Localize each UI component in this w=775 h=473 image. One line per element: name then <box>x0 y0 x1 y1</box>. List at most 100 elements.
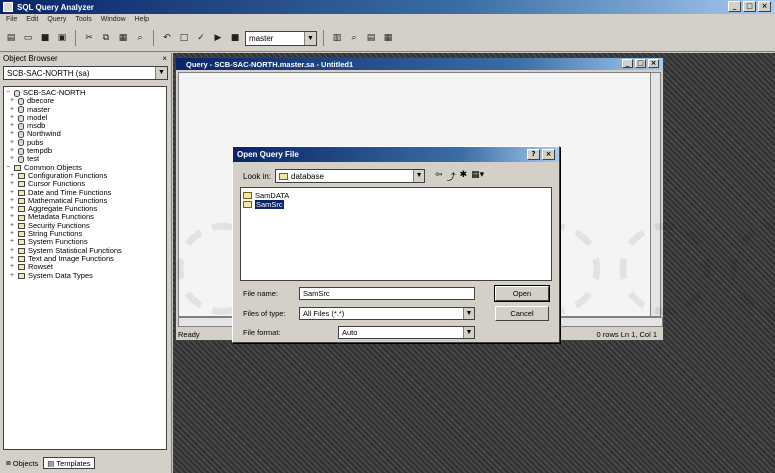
file-name-row: File name: SamSrc <box>243 287 475 300</box>
database-select-value: master <box>249 33 274 43</box>
save-all-icon[interactable]: ▣ <box>55 31 69 45</box>
folder-icon <box>18 173 25 180</box>
look-in-row: Look in: database ▼ ⇦ ⤴ ✱ ▦▾ <box>243 169 484 183</box>
file-type-row: Files of type: All Files (*.*) ▼ <box>243 307 475 320</box>
templates-icon: ▤ <box>47 458 55 468</box>
database-icon <box>18 114 24 122</box>
folder-icon <box>18 189 25 196</box>
grid-icon[interactable]: ▦ <box>381 31 395 45</box>
file-icon <box>243 192 252 199</box>
chevron-down-icon[interactable]: ▼ <box>413 170 425 182</box>
chevron-down-icon[interactable]: ▼ <box>463 308 474 319</box>
folder-icon <box>18 247 25 254</box>
list-item[interactable]: SamSrc <box>243 200 323 209</box>
object-browser-icon[interactable]: ▥ <box>330 31 344 45</box>
vertical-scrollbar[interactable] <box>650 72 661 317</box>
paste-icon[interactable]: ▦ <box>116 31 130 45</box>
file-list[interactable]: SamDATA SamSrc <box>240 187 552 281</box>
menu-tools[interactable]: Tools <box>75 16 91 23</box>
toolbar: ▤ ▭ ■ ▣ ✂ ⧉ ▦ ⌕ ↶ □ ✓ ▶ ■ master ▼ ▥ ⌕ ▤… <box>0 25 775 52</box>
new-folder-icon[interactable]: ✱ <box>460 170 468 183</box>
window-controls: _ □ × <box>728 1 771 12</box>
folder-icon <box>18 214 25 221</box>
server-select[interactable]: SCB-SAC-NORTH (sa) ▼ <box>3 66 168 80</box>
undo-icon[interactable]: ↶ <box>160 31 174 45</box>
file-type-select[interactable]: All Files (*.*) ▼ <box>299 307 475 320</box>
database-icon <box>18 131 24 139</box>
toolbar-separator <box>75 30 76 46</box>
view-menu-icon[interactable]: ▦▾ <box>471 170 484 183</box>
dialog-controls: ? × <box>527 149 555 160</box>
query-window-title: Query - SCB-SAC-NORTH.master.sa - Untitl… <box>186 59 354 69</box>
chevron-down-icon[interactable]: ▼ <box>155 67 167 79</box>
minimize-button[interactable]: _ <box>622 59 633 68</box>
folder-icon <box>18 222 25 229</box>
maximize-button[interactable]: □ <box>743 1 756 12</box>
look-in-label: Look in: <box>243 171 272 181</box>
file-format-label: File format: <box>243 328 281 337</box>
database-select[interactable]: master ▼ <box>245 30 317 46</box>
cancel-query-icon[interactable]: ■ <box>228 31 242 45</box>
parse-icon[interactable]: ✓ <box>194 31 208 45</box>
copy-icon[interactable]: ⧉ <box>99 31 113 45</box>
results-icon[interactable]: □ <box>177 31 191 45</box>
object-browser-header: Object Browser × <box>0 53 171 64</box>
menubar: File Edit Query Tools Window Help <box>0 14 775 25</box>
folder-icon <box>18 264 25 271</box>
chevron-down-icon[interactable]: ▼ <box>304 31 316 45</box>
status-ready: Ready <box>178 329 200 339</box>
help-button[interactable]: ? <box>527 149 540 160</box>
look-in-select[interactable]: database ▼ <box>275 169 426 183</box>
object-browser-tabs: ⧈ Objects ▤ Templates <box>3 456 95 470</box>
cancel-button[interactable]: Cancel <box>495 306 549 321</box>
up-folder-icon[interactable]: ⤴ <box>447 170 456 183</box>
file-format-select[interactable]: Auto ▼ <box>338 326 475 339</box>
app-title: SQL Query Analyzer <box>17 2 94 12</box>
server-select-value: SCB-SAC-NORTH (sa) <box>7 68 90 78</box>
tab-templates[interactable]: ▤ Templates <box>43 457 95 469</box>
close-button[interactable]: × <box>542 149 555 160</box>
open-button[interactable]: Open <box>494 285 550 302</box>
save-icon[interactable]: ■ <box>38 31 52 45</box>
object-tree[interactable]: − SCB-SAC-NORTH + dbecore + master + model … <box>3 86 167 450</box>
tab-objects[interactable]: ⧈ Objects <box>3 457 41 469</box>
menu-help[interactable]: Help <box>135 16 149 23</box>
close-button[interactable]: × <box>648 59 659 68</box>
menu-file[interactable]: File <box>6 16 17 23</box>
folder-icon <box>18 239 25 246</box>
menu-window[interactable]: Window <box>101 16 126 23</box>
close-icon[interactable]: × <box>162 54 167 63</box>
folder-icon <box>18 231 25 238</box>
minimize-button[interactable]: _ <box>728 1 741 12</box>
folder-icon <box>18 206 25 213</box>
folder-icon <box>18 272 25 279</box>
file-type-label: Files of type: <box>243 309 286 318</box>
toolbar-separator <box>323 30 324 46</box>
find-icon[interactable]: ⌕ <box>133 31 147 45</box>
database-icon <box>18 156 24 164</box>
maximize-button[interactable]: □ <box>635 59 646 68</box>
database-icon <box>18 97 24 105</box>
object-search-icon[interactable]: ⌕ <box>347 31 361 45</box>
server-icon <box>14 89 20 97</box>
file-name-input[interactable]: SamSrc <box>299 287 475 300</box>
back-icon[interactable]: ⇦ <box>435 170 443 183</box>
list-item[interactable]: SamDATA <box>243 191 323 200</box>
show-results-icon[interactable]: ▤ <box>364 31 378 45</box>
object-browser-title: Object Browser <box>3 54 58 63</box>
tree-folder-item[interactable]: + System Data Types <box>6 271 166 280</box>
execute-icon[interactable]: ▶ <box>211 31 225 45</box>
close-button[interactable]: × <box>758 1 771 12</box>
status-position: 0 rows Ln 1, Col 1 <box>596 329 657 339</box>
open-file-icon[interactable]: ▭ <box>21 31 35 45</box>
open-query-file-dialog: Open Query File ? × Look in: database ▼ … <box>232 146 560 343</box>
folder-icon <box>279 172 289 180</box>
chevron-down-icon[interactable]: ▼ <box>463 327 474 338</box>
new-query-icon[interactable]: ▤ <box>4 31 18 45</box>
file-format-row: File format: Auto ▼ <box>243 326 475 339</box>
database-icon <box>18 122 24 130</box>
menu-edit[interactable]: Edit <box>26 16 38 23</box>
menu-query[interactable]: Query <box>47 16 66 23</box>
cut-icon[interactable]: ✂ <box>82 31 96 45</box>
file-format-value: Auto <box>342 328 358 337</box>
